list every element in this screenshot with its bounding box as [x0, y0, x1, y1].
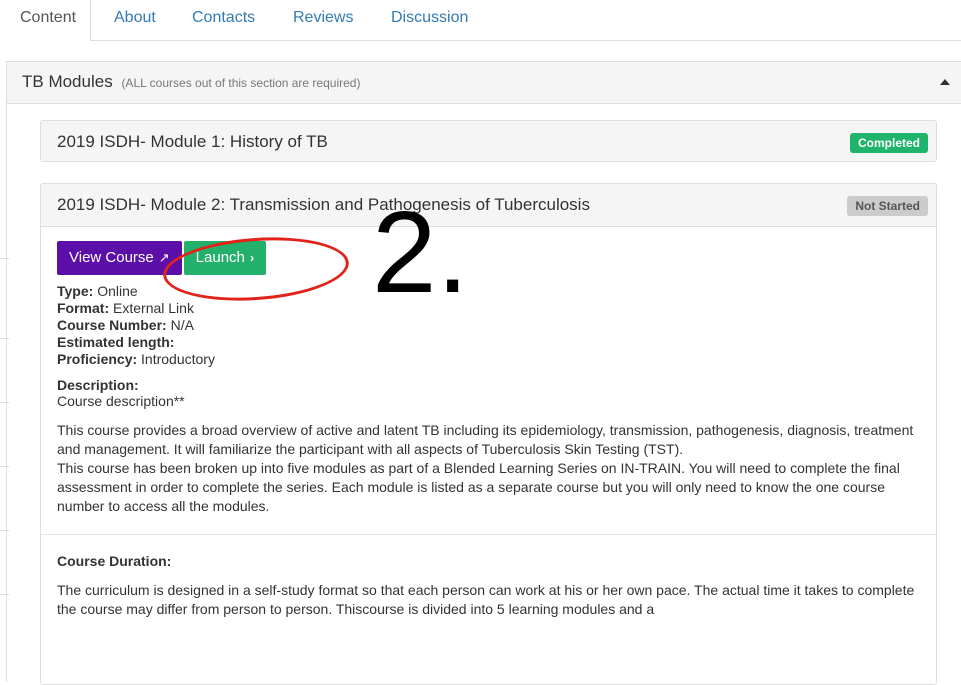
- step-number-annotation: 2.: [372, 187, 469, 317]
- module-header[interactable]: 2019 ISDH- Module 1: History of TB Compl…: [41, 121, 936, 161]
- detail-proficiency: Proficiency: Introductory: [57, 351, 215, 367]
- description-heading: Description:: [57, 377, 139, 393]
- duration-text: The curriculum is designed in a self-stu…: [57, 582, 915, 617]
- description-paragraph: This course has been broken up into five…: [57, 460, 900, 514]
- tab-discussion[interactable]: Discussion: [391, 0, 468, 40]
- module-title: 2019 ISDH- Module 2: Transmission and Pa…: [57, 195, 590, 214]
- module-panel-1: 2019 ISDH- Module 1: History of TB Compl…: [40, 120, 937, 162]
- detail-course-number: Course Number: N/A: [57, 317, 194, 333]
- status-badge: Not Started: [847, 196, 928, 216]
- tab-contacts[interactable]: Contacts: [192, 0, 255, 40]
- tab-about[interactable]: About: [114, 0, 156, 40]
- collapse-caret-icon[interactable]: [940, 79, 950, 85]
- divider: [41, 534, 936, 535]
- detail-format: Format: External Link: [57, 300, 194, 316]
- tab-bar: Content About Contacts Reviews Discussio…: [0, 0, 961, 41]
- section-title-text: TB Modules: [22, 72, 113, 91]
- section-title: TB Modules (ALL courses out of this sect…: [22, 72, 360, 92]
- status-badge: Completed: [849, 133, 928, 153]
- detail-estimated-length: Estimated length:: [57, 334, 175, 350]
- module-header[interactable]: 2019 ISDH- Module 2: Transmission and Pa…: [41, 184, 936, 227]
- description-paragraph: This course provides a broad overview of…: [57, 422, 914, 457]
- description-intro: Course description**: [57, 393, 185, 409]
- duration-heading: Course Duration:: [57, 553, 172, 569]
- course-details: Type: Online Format: External Link Cours…: [57, 283, 920, 368]
- module-title: 2019 ISDH- Module 1: History of TB: [57, 132, 328, 151]
- tab-content[interactable]: Content: [0, 0, 92, 41]
- view-course-label: View Course: [69, 249, 154, 266]
- tab-reviews[interactable]: Reviews: [293, 0, 353, 40]
- section-note: (ALL courses out of this section are req…: [121, 76, 361, 90]
- section-header[interactable]: TB Modules (ALL courses out of this sect…: [7, 62, 961, 104]
